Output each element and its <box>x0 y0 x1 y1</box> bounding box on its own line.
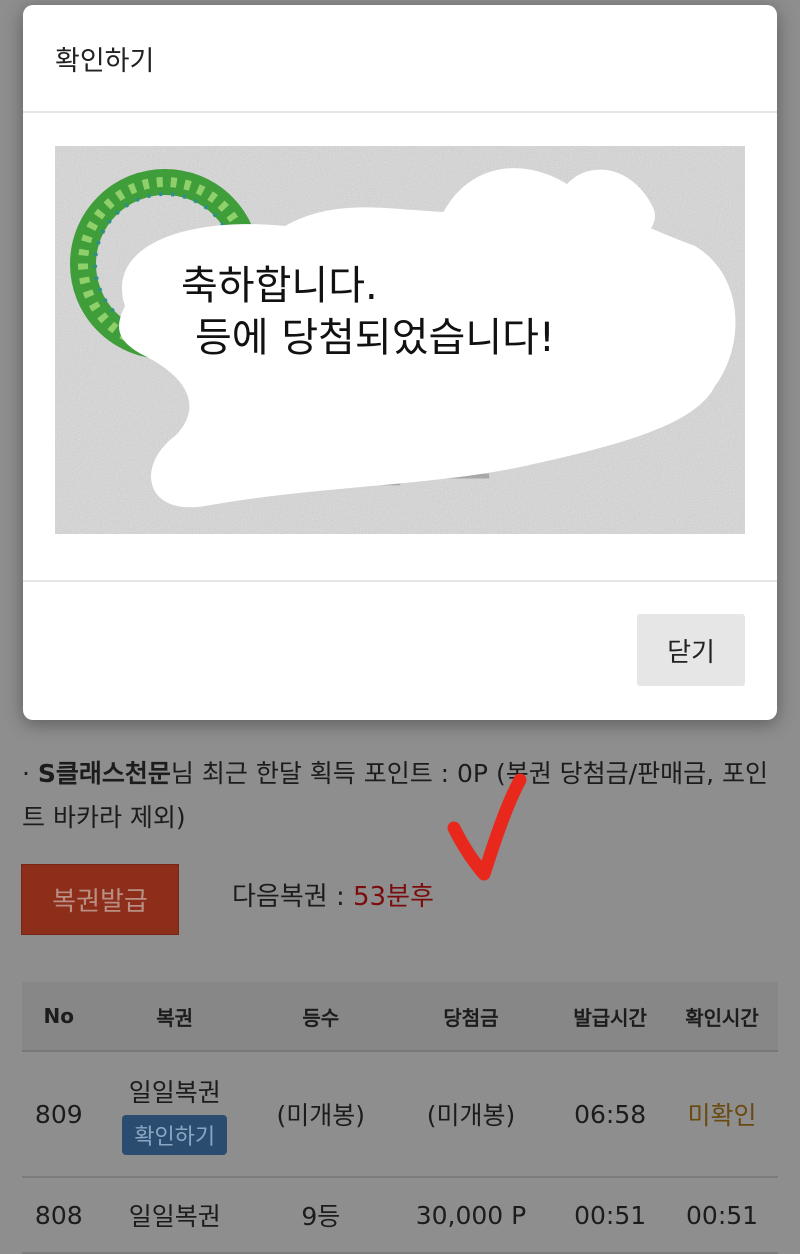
prize-message-line1: 축하합니다. <box>181 263 378 309</box>
bullet: · <box>22 759 38 788</box>
cell-prize: (미개봉) <box>387 1051 555 1178</box>
header-prize: 당첨금 <box>387 982 555 1052</box>
header-issued: 발급시간 <box>554 982 667 1052</box>
check-button[interactable]: 확인하기 <box>122 1115 228 1155</box>
cell-no: 808 <box>22 1177 96 1254</box>
username: S클래스천문 <box>37 759 171 788</box>
cell-checked: 00:51 <box>666 1177 778 1254</box>
close-button[interactable]: 닫기 <box>637 614 745 686</box>
confirm-modal: 확인하기 축하합니다. 등에 당첨되었습니다! 닫기 <box>23 5 777 720</box>
table-header-row: No 복권 등수 당첨금 발급시간 확인시간 <box>22 982 778 1052</box>
prize-message-line2: 등에 당첨되었습니다! <box>195 315 555 361</box>
issue-lottery-button[interactable]: 복권발급 <box>21 864 179 935</box>
header-lottery: 복권 <box>95 982 254 1052</box>
cell-lottery-name: 일일복권 <box>95 1177 254 1254</box>
cell-checked: 미확인 <box>666 1051 778 1178</box>
table-row: 808 일일복권 9등 30,000 P 00:51 00:51 <box>22 1177 778 1254</box>
red-checkmark-annotation <box>447 773 527 881</box>
next-lottery-timer: 다음복권 : 53분후 <box>232 876 434 913</box>
next-lottery-value: 53분후 <box>352 882 434 912</box>
modal-footer: 닫기 <box>23 582 777 720</box>
points-summary: · S클래스천문님 최근 한달 획득 포인트 : 0P (복권 당첨금/판매금,… <box>22 752 772 840</box>
header-checked: 확인시간 <box>666 982 778 1052</box>
cell-lottery: 일일복권 확인하기 <box>95 1051 254 1178</box>
cell-issued: 00:51 <box>554 1177 667 1254</box>
cell-issued: 06:58 <box>554 1051 667 1178</box>
modal-body: 이 벤 트 축하합니다. 등에 당첨되었습니다! <box>23 113 777 582</box>
cell-rank: 9등 <box>253 1177 388 1254</box>
modal-header: 확인하기 <box>23 5 777 113</box>
cell-rank: (미개봉) <box>253 1051 388 1178</box>
header-rank: 등수 <box>253 982 388 1052</box>
cell-no: 809 <box>22 1051 96 1178</box>
lottery-table: No 복권 등수 당첨금 발급시간 확인시간 809 일일복권 확인하기 (미개… <box>22 982 778 1254</box>
cell-lottery-name: 일일복권 <box>128 1078 221 1107</box>
header-no: No <box>22 982 96 1052</box>
modal-title: 확인하기 <box>55 45 155 77</box>
cell-prize: 30,000 P <box>387 1177 555 1254</box>
table-row: 809 일일복권 확인하기 (미개봉) (미개봉) 06:58 미확인 <box>22 1051 778 1178</box>
next-lottery-label: 다음복권 : <box>232 882 353 912</box>
